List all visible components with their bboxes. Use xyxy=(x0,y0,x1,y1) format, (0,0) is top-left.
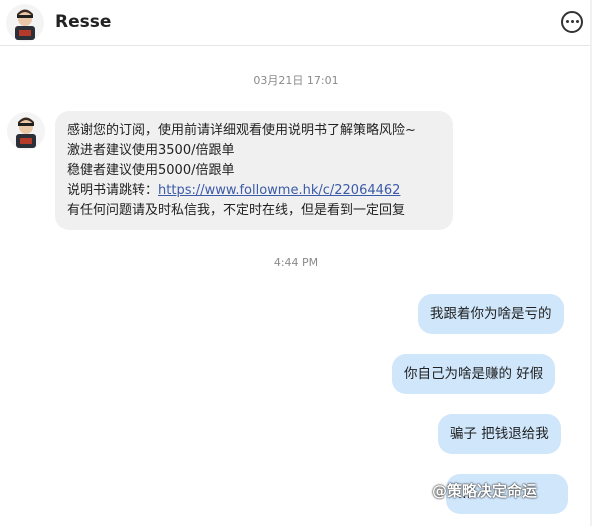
avatar-image xyxy=(7,112,45,150)
message-line: 稳健者建议使用5000/倍跟单 xyxy=(67,163,235,178)
timestamp-second: 4:44 PM xyxy=(273,256,319,269)
message-line: 激进者建议使用3500/倍跟单 xyxy=(67,143,235,158)
watermark-text: @策略决定命运 xyxy=(432,482,538,500)
outgoing-message-bubble: 你自己为啥是赚的 好假 xyxy=(392,354,556,394)
chat-header: Resse xyxy=(0,0,592,46)
outgoing-message-bubble: 我跟着你为啥是亏的 xyxy=(418,294,564,334)
message-line: 感谢您的订阅，使用前请详细观看使用说明书了解策略风险~ xyxy=(67,123,416,138)
incoming-message-bubble: 感谢您的订阅，使用前请详细观看使用说明书了解策略风险~ 激进者建议使用3500/… xyxy=(55,111,453,230)
message-line: 有任何问题请及时私信我，不定时在线，但是看到一定回复 xyxy=(67,203,406,218)
outgoing-message-bubble: 骗子 把钱退给我 xyxy=(438,414,561,454)
contact-avatar[interactable] xyxy=(6,4,44,42)
more-options-icon[interactable] xyxy=(561,11,583,33)
message-line: 说明书请跳转：https://www.followme.hk/c/2206446… xyxy=(67,181,441,201)
sender-avatar[interactable] xyxy=(7,112,45,150)
more-dot xyxy=(566,20,569,23)
more-dot xyxy=(576,20,579,23)
instruction-link[interactable]: https://www.followme.hk/c/22064462 xyxy=(158,183,400,198)
contact-name: Resse xyxy=(55,12,112,32)
more-dot xyxy=(571,20,574,23)
avatar-image xyxy=(6,4,44,42)
link-prefix: 说明书请跳转： xyxy=(67,183,159,198)
timestamp-first: 03月21日 17:01 xyxy=(253,74,339,87)
